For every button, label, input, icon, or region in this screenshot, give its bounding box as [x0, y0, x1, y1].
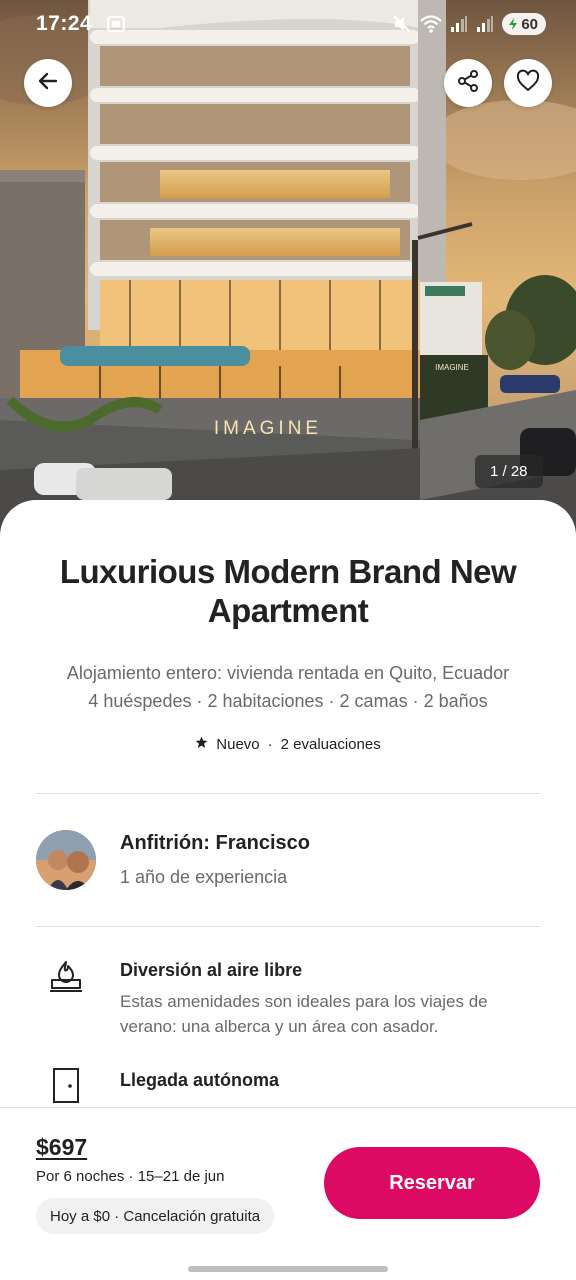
feature-title: Diversión al aire libre: [120, 960, 303, 980]
fire-pit-icon: [48, 958, 84, 999]
favorite-button[interactable]: [504, 59, 552, 107]
signal-icon: [476, 15, 494, 33]
star-icon: [195, 736, 208, 753]
host-experience: 1 año de experiencia: [120, 867, 288, 887]
battery-icon: 60: [502, 13, 546, 35]
rating-separator: ·: [267, 736, 273, 753]
heart-icon: [516, 69, 540, 98]
listing-capacity: 4 huéspedes · 2 habitaciones · 2 camas ·…: [88, 691, 488, 711]
status-bar: 17:24 60: [0, 0, 576, 48]
screenshot-icon: [106, 14, 126, 34]
share-icon: [456, 69, 480, 98]
host-avatar[interactable]: [36, 830, 96, 890]
total-price[interactable]: $697: [36, 1134, 87, 1161]
rating-row: Nuevo · 2 evaluaciones: [0, 736, 576, 753]
reviews-link[interactable]: 2 evaluaciones: [281, 736, 381, 753]
status-time: 17:24: [36, 12, 93, 35]
small-sign-text: IMAGINE: [435, 363, 469, 372]
listing-subtitle: Alojamiento entero: vivienda rentada en …: [20, 659, 556, 715]
share-button[interactable]: [444, 59, 492, 107]
reserve-button[interactable]: Reservar: [324, 1147, 540, 1219]
stay-detail: Por 6 noches · 15–21 de jun: [36, 1168, 225, 1185]
wifi-icon: [420, 14, 443, 34]
cancellation-badge: Hoy a $0 · Cancelación gratuita: [36, 1198, 275, 1234]
door-icon: [48, 1066, 84, 1111]
arrow-left-icon: [36, 69, 60, 98]
mute-icon: [392, 14, 412, 34]
divider: [36, 926, 540, 927]
back-button[interactable]: [24, 59, 72, 107]
home-indicator[interactable]: [188, 1266, 388, 1272]
host-name: Anfitrión: Francisco: [120, 832, 311, 854]
rating-label: Nuevo: [216, 736, 260, 753]
divider: [36, 793, 540, 794]
photo-counter: 1 / 28: [475, 455, 543, 488]
signal-icon: [450, 15, 468, 33]
feature-description: Estas amenidades son ideales para los vi…: [120, 992, 488, 1036]
building-sign-text: IMAGINE: [214, 418, 322, 439]
feature-title: Llegada autónoma: [120, 1070, 280, 1090]
listing-location: Alojamiento entero: vivienda rentada en …: [66, 663, 510, 683]
listing-title: Luxurious Modern Brand New Apartment: [59, 553, 517, 629]
battery-level: 60: [521, 15, 538, 33]
